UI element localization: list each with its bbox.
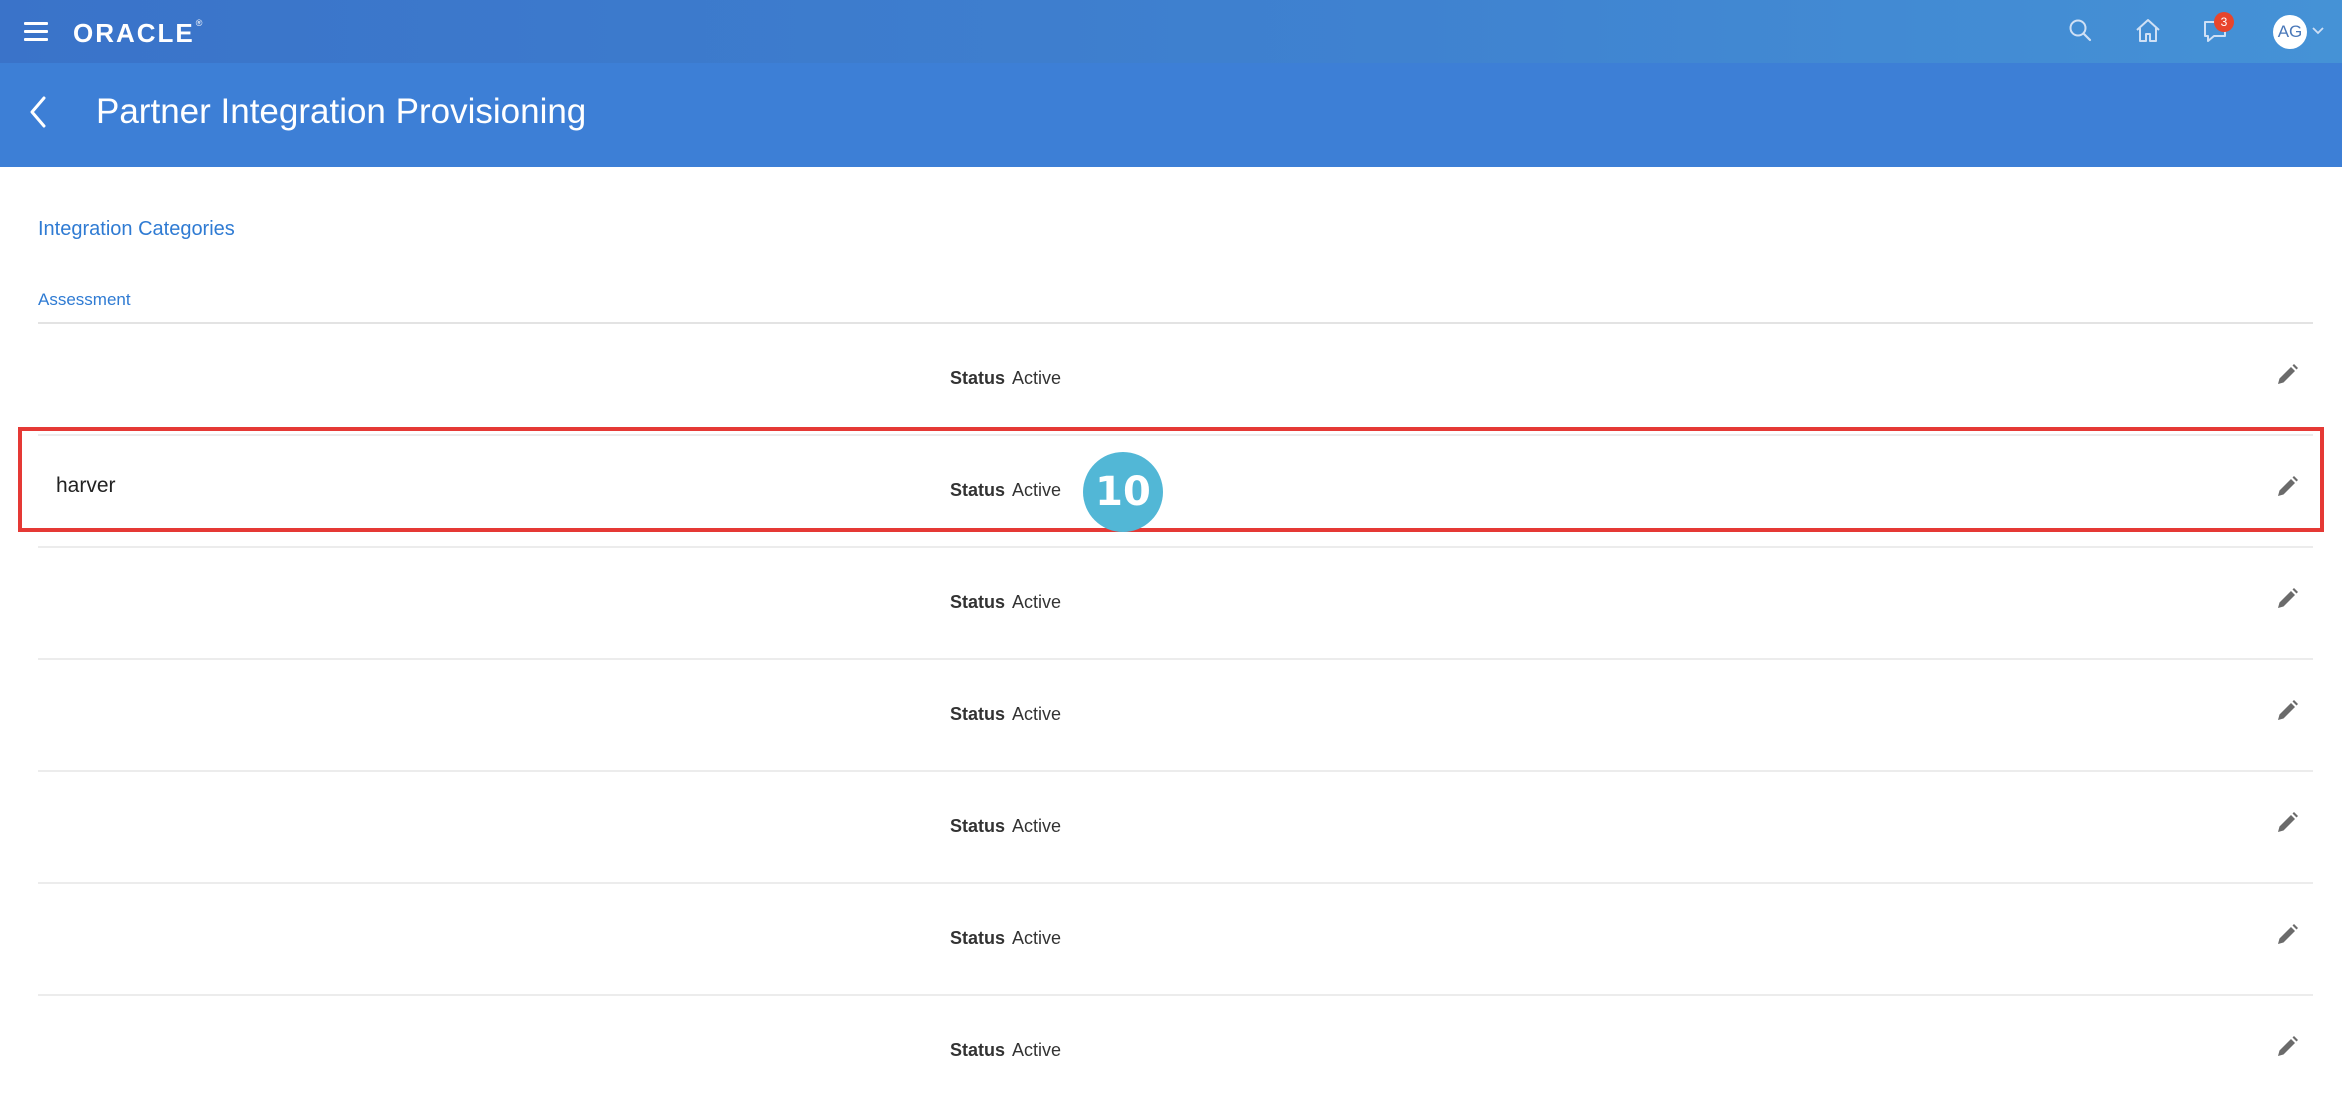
status-label: Status	[950, 592, 1006, 612]
status-label: Status	[950, 368, 1006, 388]
search-icon[interactable]	[2066, 16, 2096, 46]
status-label: Status	[950, 480, 1006, 500]
step-number-badge: 10	[1083, 452, 1163, 532]
status-label: Status	[950, 928, 1006, 948]
pencil-icon[interactable]	[2274, 810, 2300, 836]
brand-name: ORACLE	[73, 18, 195, 48]
pencil-icon[interactable]	[2274, 362, 2300, 388]
pencil-icon[interactable]	[2274, 698, 2300, 724]
status-value: Active	[1012, 368, 1062, 388]
pencil-icon[interactable]	[2274, 922, 2300, 948]
pencil-icon[interactable]	[2274, 474, 2300, 500]
integration-categories-link[interactable]: Integration Categories	[38, 218, 235, 241]
row-name: harver	[56, 474, 116, 497]
status-label: Status	[950, 704, 1006, 724]
status-value: Active	[1012, 480, 1062, 500]
page-title: Partner Integration Provisioning	[96, 92, 587, 131]
global-header: ORACLE® 3 AG	[0, 0, 2342, 63]
status-value: Active	[1012, 816, 1062, 836]
status-value: Active	[1012, 1040, 1062, 1060]
table-row[interactable]: Status Active	[38, 548, 2313, 660]
user-avatar[interactable]: AG	[2273, 15, 2307, 49]
pencil-icon[interactable]	[2274, 586, 2300, 612]
table-row[interactable]: harver Status Active	[38, 436, 2313, 548]
status-label: Status	[950, 816, 1006, 836]
table-row[interactable]: Status Active	[38, 772, 2313, 884]
status-label: Status	[950, 1040, 1006, 1060]
home-icon[interactable]	[2133, 16, 2163, 46]
status-value: Active	[1012, 928, 1062, 948]
oracle-logo[interactable]: ORACLE®	[73, 18, 202, 49]
section-label: Assessment	[38, 290, 131, 309]
table-row[interactable]: Status Active	[38, 996, 2313, 1108]
table-row[interactable]: Status Active	[38, 324, 2313, 436]
table-row[interactable]: Status Active	[38, 884, 2313, 996]
table-row[interactable]: Status Active	[38, 660, 2313, 772]
status-value: Active	[1012, 592, 1062, 612]
brand-mark: ®	[195, 18, 203, 28]
status-value: Active	[1012, 704, 1062, 724]
menu-icon[interactable]	[24, 22, 48, 42]
notification-badge: 3	[2214, 12, 2234, 32]
pencil-icon[interactable]	[2274, 1034, 2300, 1060]
chevron-down-icon[interactable]	[2311, 25, 2325, 37]
back-arrow-icon[interactable]	[24, 92, 52, 132]
